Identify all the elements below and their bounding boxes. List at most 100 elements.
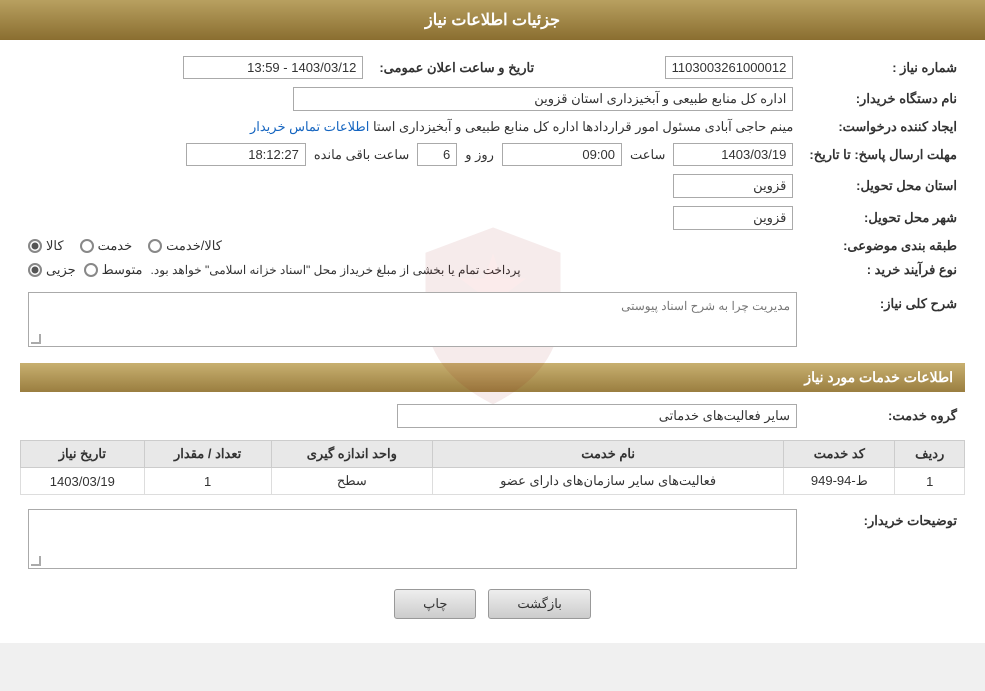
creator-text: مینم حاجی آبادی مسئول امور قراردادها ادا… [369,119,793,134]
row-province: استان محل تحویل: قزوین [20,170,965,202]
province-value: قزوین [20,170,801,202]
category-radio-group: کالا/خدمت خدمت کالا [28,238,793,254]
description-text: مدیریت چرا به شرح اسناد پیوستی [621,299,790,313]
deadline-value: 1403/03/19 ساعت 09:00 روز و 6 ساعت باقی … [20,139,801,170]
description-table: شرح کلی نیاز: مدیریت چرا به شرح اسناد پی… [20,288,965,351]
row-category: طبقه بندی موضوعی: کالا/خدمت خدمت [20,234,965,258]
city-label: شهر محل تحویل: [801,202,965,234]
button-row: بازگشت چاپ [20,589,965,619]
service-group-value: سایر فعالیت‌های خدماتی [20,400,805,432]
resize-handle [31,334,41,344]
province-label: استان محل تحویل: [801,170,965,202]
deadline-date: 1403/03/19 [673,143,793,166]
buyer-desc-value [20,505,805,573]
radio-khedmat[interactable] [80,239,94,253]
deadline-row: 1403/03/19 ساعت 09:00 روز و 6 ساعت باقی … [28,143,793,166]
description-label: شرح کلی نیاز: [805,288,965,351]
page-title: جزئیات اطلاعات نیاز [425,12,560,29]
row-buyer-desc: توضیحات خریدار: [20,505,965,573]
cell-code: ط-94-949 [784,468,895,495]
row-description: شرح کلی نیاز: مدیریت چرا به شرح اسناد پی… [20,288,965,351]
need-number-value: 1103003261000012 [542,52,801,83]
category-radios: کالا/خدمت خدمت کالا [20,234,801,258]
contact-link[interactable]: اطلاعات تماس خریدار [250,119,369,134]
category-khedmat-label: خدمت [98,238,133,254]
creator-label: ایجاد کننده درخواست: [801,115,965,139]
service-group-table: گروه خدمت: سایر فعالیت‌های خدماتی [20,400,965,432]
purchase-jozii-label: جزیی [46,262,76,278]
buyer-desc-resize-handle [31,556,41,566]
province-input: قزوین [673,174,793,198]
col-name-header: نام خدمت [433,441,784,468]
back-button[interactable]: بازگشت [488,589,590,619]
deadline-remaining-label: ساعت باقی مانده [314,147,409,163]
cell-date: 1403/03/19 [21,468,145,495]
announcement-value: 1403/03/12 - 13:59 [20,52,371,83]
radio-motavaset[interactable] [84,263,98,277]
col-quantity-header: تعداد / مقدار [144,441,271,468]
col-row-header: ردیف [895,441,965,468]
deadline-label: مهلت ارسال پاسخ: تا تاریخ: [801,139,965,170]
purchase-motavaset-label: متوسط [102,262,143,278]
need-number-label: شماره نیاز : [801,52,965,83]
row-need-number: شماره نیاز : 1103003261000012 تاریخ و سا… [20,52,965,83]
col-unit-header: واحد اندازه گیری [271,441,433,468]
services-data-table: ردیف کد خدمت نام خدمت واحد اندازه گیری ت… [20,440,965,495]
buyer-org-value: اداره کل منابع طبیعی و آبخیزداری استان ق… [20,83,801,115]
service-group-input: سایر فعالیت‌های خدماتی [397,404,797,428]
deadline-days: 6 [417,143,457,166]
deadline-time-label: ساعت [630,147,665,163]
need-number-input: 1103003261000012 [665,56,794,79]
category-kala-label: کالا [46,238,64,254]
radio-kala[interactable] [28,239,42,253]
row-purchase-type: نوع فرآیند خرید : پرداخت تمام یا بخشی از… [20,258,965,282]
deadline-time: 09:00 [502,143,622,166]
creator-value: مینم حاجی آبادی مسئول امور قراردادها ادا… [20,115,801,139]
description-value: مدیریت چرا به شرح اسناد پیوستی [20,288,805,351]
buyer-org-input: اداره کل منابع طبیعی و آبخیزداری استان ق… [293,87,793,111]
service-group-label: گروه خدمت: [805,400,965,432]
category-label: طبقه بندی موضوعی: [801,234,965,258]
category-khedmat: خدمت [80,238,133,254]
category-kala-khedmat: کالا/خدمت [148,238,222,254]
main-content: شماره نیاز : 1103003261000012 تاریخ و سا… [0,40,985,643]
description-section: شرح کلی نیاز: مدیریت چرا به شرح اسناد پی… [20,288,965,351]
row-creator: ایجاد کننده درخواست: مینم حاجی آبادی مسئ… [20,115,965,139]
print-button[interactable]: چاپ [394,589,476,619]
cell-row: 1 [895,468,965,495]
purchase-motavaset: متوسط [84,262,143,278]
buyer-desc-textarea[interactable] [28,509,797,569]
services-section-title: اطلاعات خدمات مورد نیاز [20,363,965,392]
row-city: شهر محل تحویل: قزوین [20,202,965,234]
radio-jozii[interactable] [28,263,42,277]
radio-kala-khedmat[interactable] [148,239,162,253]
buyer-desc-label: توضیحات خریدار: [805,505,965,573]
purchase-type-label: نوع فرآیند خرید : [801,258,965,282]
table-header-row: ردیف کد خدمت نام خدمت واحد اندازه گیری ت… [21,441,965,468]
row-service-group: گروه خدمت: سایر فعالیت‌های خدماتی [20,400,965,432]
page-wrapper: جزئیات اطلاعات نیاز شماره نیاز : 1103003… [0,0,985,643]
announcement-input: 1403/03/12 - 13:59 [183,56,363,79]
purchase-note: پرداخت تمام یا بخشی از مبلغ خریداز محل "… [151,263,521,277]
announcement-label: تاریخ و ساعت اعلان عمومی: [371,52,542,83]
row-deadline: مهلت ارسال پاسخ: تا تاریخ: 1403/03/19 سا… [20,139,965,170]
col-date-header: تاریخ نیاز [21,441,145,468]
cell-quantity: 1 [144,468,271,495]
buyer-desc-table: توضیحات خریدار: [20,505,965,573]
col-code-header: کد خدمت [784,441,895,468]
city-value: قزوین [20,202,801,234]
category-kala: کالا [28,238,64,254]
purchase-type-row: پرداخت تمام یا بخشی از مبلغ خریداز محل "… [28,262,793,278]
city-input: قزوین [673,206,793,230]
deadline-day-label: روز و [465,147,494,163]
buyer-org-label: نام دستگاه خریدار: [801,83,965,115]
description-textarea[interactable]: مدیریت چرا به شرح اسناد پیوستی [28,292,797,347]
deadline-remaining-time: 18:12:27 [186,143,306,166]
page-header: جزئیات اطلاعات نیاز [0,0,985,40]
info-table: شماره نیاز : 1103003261000012 تاریخ و سا… [20,52,965,282]
table-row: 1ط-94-949فعالیت‌های سایر سازمان‌های دارا… [21,468,965,495]
cell-unit: سطح [271,468,433,495]
purchase-jozii: جزیی [28,262,76,278]
row-buyer-org: نام دستگاه خریدار: اداره کل منابع طبیعی … [20,83,965,115]
cell-name: فعالیت‌های سایر سازمان‌های دارای عضو [433,468,784,495]
